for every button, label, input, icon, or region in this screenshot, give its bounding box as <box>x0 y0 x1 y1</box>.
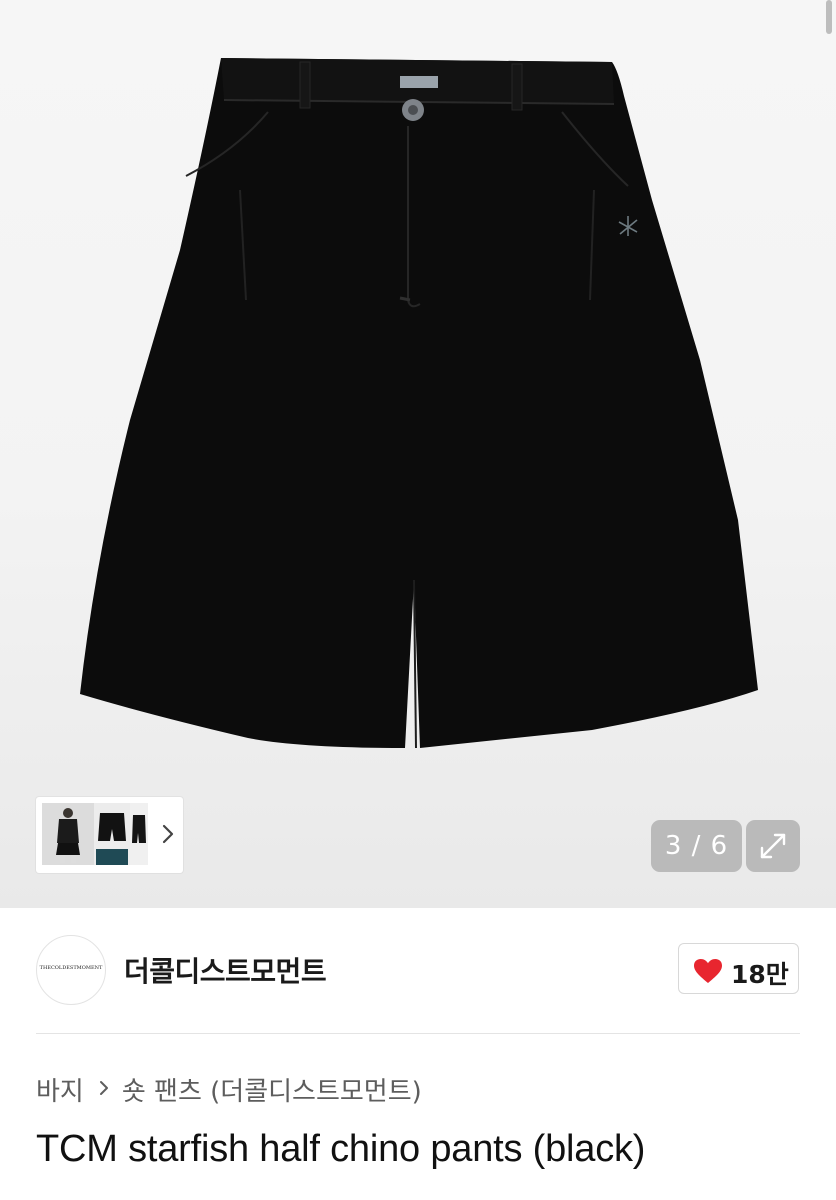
like-button[interactable]: 18만 <box>678 943 799 994</box>
thumbnail-strip[interactable] <box>36 797 183 873</box>
chevron-right-icon[interactable] <box>157 821 179 847</box>
brand-name[interactable]: 더콜디스트모먼트 <box>124 950 327 990</box>
thumbnail-1[interactable] <box>42 803 94 865</box>
thumbnail-3[interactable] <box>130 803 148 865</box>
brand-row: THECOLDESTMOMENT 더콜디스트모먼트 18만 <box>0 908 836 1034</box>
brand-logo-text: THECOLDESTMOMENT <box>39 965 103 971</box>
breadcrumb-item-category[interactable]: 바지 <box>36 1071 84 1108</box>
product-title: TCM starfish half chino pants (black) <box>36 1128 646 1170</box>
thumbnail-2[interactable] <box>94 803 130 865</box>
expand-button[interactable] <box>746 820 800 872</box>
expand-icon <box>760 833 786 859</box>
breadcrumb-item-subcategory[interactable]: 숏 팬츠 (더콜디스트모먼트) <box>122 1071 422 1108</box>
like-count: 18만 <box>731 960 789 989</box>
divider <box>36 1033 800 1034</box>
product-image[interactable] <box>0 0 836 790</box>
product-image-gallery[interactable]: 3 / 6 <box>0 0 836 908</box>
chevron-right-icon <box>98 1074 110 1104</box>
brand-logo[interactable]: THECOLDESTMOMENT <box>36 935 106 1005</box>
breadcrumb: 바지 숏 팬츠 (더콜디스트모먼트) <box>36 1070 422 1108</box>
image-counter: 3 / 6 <box>651 820 742 872</box>
heart-icon <box>694 959 722 983</box>
